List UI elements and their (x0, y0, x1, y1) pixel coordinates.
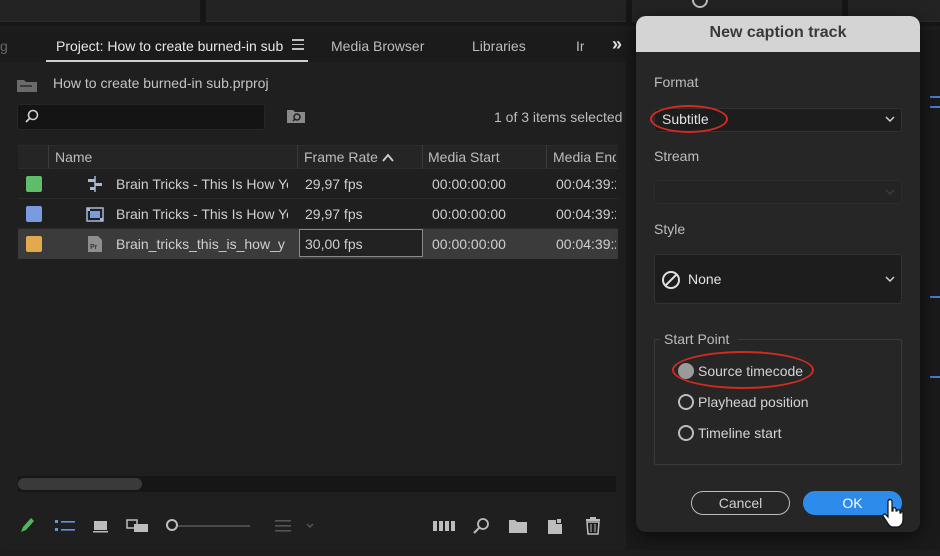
sort-ascending-icon[interactable] (381, 151, 395, 163)
new-search-bin-icon[interactable] (286, 108, 306, 124)
row-media-end: 00:04:39:21 (556, 206, 616, 222)
pencil-icon[interactable] (18, 516, 36, 536)
radio-timeline-start[interactable] (678, 425, 694, 441)
chevron-down-icon (885, 276, 895, 282)
tab-project[interactable]: Project: How to create burned-in sub (56, 38, 283, 54)
format-highlight-ring (650, 105, 728, 133)
zoom-slider[interactable] (178, 525, 250, 527)
zoom-slider-handle[interactable] (166, 519, 178, 531)
column-header-media-start[interactable]: Media Start (428, 149, 500, 165)
premiere-file-icon: Pr (88, 236, 102, 252)
radio-playhead-position-label[interactable]: Playhead position (698, 394, 809, 410)
sequence-icon (88, 176, 102, 192)
source-timecode-highlight-ring (672, 351, 814, 389)
row-name: Brain Tricks - This Is How Yo (116, 206, 288, 222)
label-color-swatch[interactable] (26, 176, 42, 192)
row-media-start: 00:00:00:00 (432, 176, 506, 192)
label-color-swatch[interactable] (26, 206, 42, 222)
column-header-media-end[interactable]: Media End (553, 149, 616, 165)
chevron-down-icon (885, 189, 895, 195)
row-media-start: 00:00:00:00 (432, 236, 506, 252)
row-media-end: 00:04:39:21 (556, 176, 616, 192)
project-folder-icon (17, 80, 37, 92)
radio-timeline-start-label[interactable]: Timeline start (698, 425, 782, 441)
freeform-view-icon[interactable] (126, 516, 150, 536)
row-frame-rate: 29,97 fps (305, 176, 363, 192)
clear-icon[interactable] (584, 516, 602, 536)
new-bin-icon[interactable] (508, 516, 528, 536)
hand-cursor-icon (882, 498, 904, 528)
panel-menu-icon[interactable] (292, 39, 304, 51)
label-color-swatch[interactable] (26, 236, 42, 252)
row-media-end: 00:04:39:21 (556, 236, 616, 252)
cancel-button[interactable]: Cancel (691, 491, 790, 515)
none-style-icon (662, 271, 680, 289)
project-file-name: How to create burned-in sub.prproj (53, 75, 269, 91)
table-row-selected[interactable]: Pr Brain_tricks_this_is_how_y 30,00 fps … (18, 229, 618, 259)
new-item-icon[interactable] (546, 516, 564, 536)
video-clip-icon (86, 207, 104, 222)
chevron-down-icon (885, 116, 895, 122)
table-row[interactable]: Brain Tricks - This Is How Yo 29,97 fps … (18, 169, 618, 199)
tab-media-browser[interactable]: Media Browser (331, 38, 424, 54)
search-input[interactable] (17, 104, 265, 130)
column-divider[interactable] (297, 145, 298, 169)
search-icon (25, 109, 39, 123)
scrollbar-thumb[interactable] (18, 478, 142, 490)
format-label: Format (654, 74, 699, 90)
table-row[interactable]: Brain Tricks - This Is How Yo 29,97 fps … (18, 199, 618, 229)
row-frame-rate: 29,97 fps (305, 206, 363, 222)
dialog-title: New caption track (709, 24, 847, 41)
sort-icon[interactable] (274, 516, 314, 536)
svg-text:Pr: Pr (90, 244, 98, 251)
style-label: Style (654, 221, 686, 237)
find-icon[interactable] (472, 516, 492, 536)
column-divider[interactable] (422, 145, 423, 169)
radio-playhead-position[interactable] (678, 394, 694, 410)
row-name: Brain_tricks_this_is_how_y (116, 236, 285, 252)
selection-status: 1 of 3 items selected (494, 109, 623, 125)
tab-info[interactable]: Ir (576, 38, 584, 54)
panel-grip-icon[interactable]: g (0, 38, 8, 54)
stream-label: Stream (654, 148, 700, 164)
stream-select[interactable] (654, 180, 902, 204)
column-header-frame-rate[interactable]: Frame Rate (304, 149, 378, 165)
list-view-icon[interactable] (54, 516, 76, 536)
icon-view-icon[interactable] (92, 516, 110, 536)
automate-to-sequence-icon[interactable] (432, 516, 456, 536)
more-tabs-icon[interactable]: » (612, 34, 622, 55)
column-divider[interactable] (546, 145, 547, 169)
column-header-name[interactable]: Name (55, 149, 92, 165)
tab-libraries[interactable]: Libraries (472, 38, 526, 54)
active-tab-underline (46, 60, 308, 62)
premiere-window: Project: How to create burned-in sub Med… (0, 0, 940, 556)
style-value: None (688, 271, 722, 287)
row-media-start: 00:00:00:00 (432, 206, 506, 222)
row-name: Brain Tricks - This Is How Yo (116, 176, 288, 192)
start-point-label: Start Point (664, 331, 730, 347)
row-frame-rate[interactable]: 30,00 fps (305, 236, 363, 252)
column-divider[interactable] (48, 145, 49, 169)
